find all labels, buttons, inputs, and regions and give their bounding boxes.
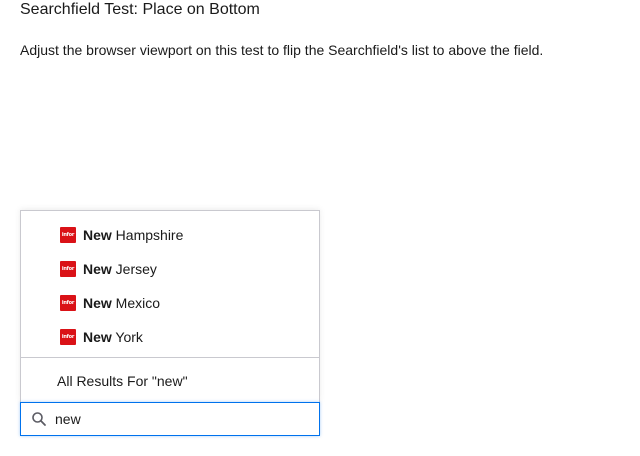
result-item-new-hampshire[interactable]: infor New Hampshire	[21, 218, 319, 252]
result-label: New Hampshire	[83, 227, 183, 243]
all-results-link[interactable]: All Results For "new"	[57, 373, 188, 389]
result-rest: Hampshire	[111, 227, 184, 243]
result-rest: Jersey	[111, 261, 157, 277]
searchfield[interactable]	[20, 402, 320, 436]
result-item-new-jersey[interactable]: infor New Jersey	[21, 252, 319, 286]
result-item-new-york[interactable]: infor New York	[21, 320, 319, 354]
page-title: Searchfield Test: Place on Bottom	[20, 1, 260, 18]
result-label: New York	[83, 329, 143, 345]
infor-logo-icon: infor	[60, 227, 76, 243]
result-label: New Mexico	[83, 295, 160, 311]
infor-logo-icon: infor	[60, 295, 76, 311]
results-divider	[21, 357, 319, 358]
infor-logo-icon: infor	[60, 261, 76, 277]
searchfield-results-popup: infor New Hampshire infor New Jersey inf…	[20, 210, 320, 403]
infor-logo-icon: infor	[60, 329, 76, 345]
page-description: Adjust the browser viewport on this test…	[20, 42, 544, 58]
search-icon	[32, 412, 46, 426]
result-item-new-mexico[interactable]: infor New Mexico	[21, 286, 319, 320]
result-rest: York	[111, 329, 143, 345]
search-input[interactable]	[55, 403, 305, 435]
result-match: New	[83, 295, 112, 311]
result-rest: Mexico	[111, 295, 161, 311]
page: Searchfield Test: Place on Bottom Adjust…	[0, 0, 640, 456]
result-match: New	[83, 261, 112, 277]
result-label: New Jersey	[83, 261, 157, 277]
result-match: New	[83, 329, 112, 345]
result-match: New	[83, 227, 112, 243]
